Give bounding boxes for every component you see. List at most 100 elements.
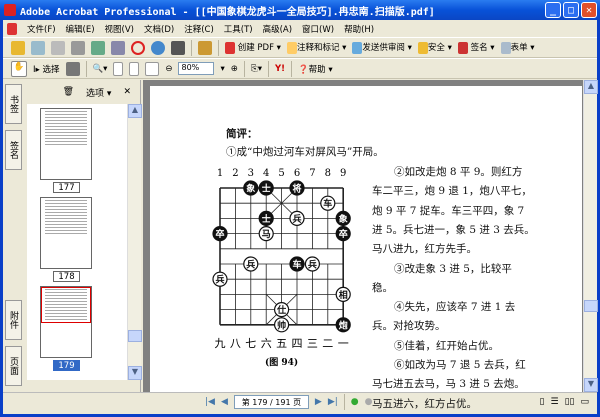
panel-close-icon[interactable]: ✕ [123, 87, 131, 97]
review-button[interactable]: 发送供审阅 ▾ [352, 41, 412, 54]
menu-item[interactable]: 视图(V) [105, 23, 134, 35]
review-icon [352, 41, 363, 54]
file-label-top: 2 [232, 168, 238, 179]
document-scrollbar[interactable]: ▲ ▼ [583, 80, 598, 392]
text-line: ④失先，应该卒 7 进 1 去 [394, 301, 516, 314]
organizer-icon[interactable] [31, 40, 45, 55]
options-menu[interactable]: 选项 ▾ [86, 86, 111, 99]
chess-piece-label: 炮 [339, 319, 348, 331]
chess-piece-label: 相 [339, 289, 348, 301]
file-label-bottom: 一 [338, 337, 349, 350]
menu-item[interactable]: 编辑(E) [66, 23, 95, 35]
zoom-input[interactable]: 80% [178, 62, 215, 75]
menu-item[interactable]: 帮助(H) [344, 23, 374, 35]
file-label-top: 3 [248, 168, 254, 179]
chess-piece-label: 象 [246, 183, 255, 195]
fit-page-icon[interactable] [129, 61, 140, 76]
menu-item[interactable]: 文档(D) [144, 23, 174, 35]
fit-width-icon[interactable] [145, 61, 160, 76]
page-thumbnail[interactable] [40, 197, 92, 269]
menu-item[interactable]: 工具(T) [224, 23, 253, 35]
attach-icon[interactable] [111, 40, 125, 55]
chess-piece-label: 兵 [246, 259, 255, 271]
continuous-facing-icon[interactable]: ▭ [580, 397, 589, 407]
zoom-dropdown[interactable]: ▾ [220, 64, 224, 74]
menu-item[interactable]: 窗口(W) [302, 23, 334, 35]
select-tool-button[interactable]: I▸ 选择 [33, 63, 60, 75]
file-label-top: 6 [294, 168, 300, 179]
create-pdf-button[interactable]: 创建 PDF ▾ [225, 41, 281, 54]
zoom-in-tool[interactable]: 🔍▾ [93, 64, 108, 74]
menu-bar: 文件(F) 编辑(E) 视图(V) 文档(D) 注释(C) 工具(T) 高级(A) 窗口(W)… [3, 20, 597, 37]
side-tab[interactable]: 页面 [5, 346, 22, 386]
find-icon[interactable] [171, 40, 185, 55]
view-rectangle[interactable] [41, 287, 91, 323]
facing-icon[interactable]: ▯▯ [565, 397, 575, 407]
status-bar: |◀ ◀ 第 179 / 191 页 ▶ ▶| ● ● ▯ ☰ ▯▯ ▭ [3, 392, 597, 411]
chess-piece-label: 帅 [277, 319, 286, 331]
menu-item[interactable]: 注释(C) [184, 23, 214, 35]
tools-toolbar: ✋ I▸ 选择 🔍▾ ⊖ 80% ▾ ⊕ ⎘▾ Y! ❓帮助 ▾ [3, 58, 597, 79]
thumbnail-label: 177 [53, 182, 80, 193]
rotate-icon[interactable]: ⎘▾ [251, 64, 262, 74]
security-button[interactable]: 安全 ▾ [417, 41, 452, 54]
email-icon[interactable] [151, 40, 165, 55]
file-label-bottom: 四 [292, 337, 303, 350]
last-page-button[interactable]: ▶| [328, 397, 338, 407]
save-icon[interactable] [51, 40, 65, 55]
text-line: 车二平三，炮 9 退 1，炮八平七， [372, 185, 532, 198]
file-label-bottom: 二 [322, 337, 333, 350]
yahoo-icon[interactable]: Y! [275, 64, 285, 74]
side-tab[interactable]: 附件 [5, 300, 22, 340]
pages-icon[interactable] [91, 40, 105, 55]
forms-icon [500, 41, 511, 54]
help-button[interactable]: ❓帮助 ▾ [298, 63, 333, 75]
chess-piece-label: 兵 [308, 259, 317, 271]
prev-page-button[interactable]: ◀ [221, 397, 228, 407]
pen-icon [457, 41, 468, 54]
comment-button[interactable]: 注释和标记 ▾ [286, 41, 346, 54]
menu-item[interactable]: 高级(A) [263, 23, 292, 35]
page-number-input[interactable]: 第 179 / 191 页 [233, 395, 309, 409]
side-tab[interactable]: 书签 [5, 84, 22, 124]
minimize-button[interactable]: _ [545, 2, 561, 18]
menu-item[interactable]: 文件(F) [27, 23, 56, 35]
main-toolbar: 创建 PDF ▾ 注释和标记 ▾ 发送供审阅 ▾ 安全 ▾ 签名 ▾ 表单 ▾ [3, 37, 597, 58]
chess-piece-label: 兵 [215, 274, 224, 286]
print-icon[interactable] [71, 40, 85, 55]
trash-icon[interactable]: 🗑 [63, 87, 74, 97]
heading: 简评： [226, 128, 258, 140]
zoom-in-button[interactable]: ⊕ [231, 64, 238, 74]
hand-tool-icon[interactable]: ✋ [11, 60, 27, 77]
text-line: ③改走象 3 进 5，比较平 [394, 262, 512, 275]
back-button[interactable]: ● [351, 397, 359, 407]
chess-piece-label: 车 [323, 198, 332, 210]
accessibility-icon[interactable] [198, 40, 212, 55]
text-line: 兵。对抢攻势。 [372, 320, 446, 333]
page-thumbnail[interactable] [40, 108, 92, 180]
pdf-doc-icon [7, 22, 17, 35]
file-label-bottom: 三 [307, 337, 318, 350]
zoom-out-button[interactable]: ⊖ [165, 64, 172, 74]
page-thumbnail[interactable] [40, 286, 92, 358]
continuous-icon[interactable]: ☰ [551, 397, 559, 407]
sign-button[interactable]: 签名 ▾ [457, 41, 495, 54]
text-line: ⑤佳着，红开始占优。 [394, 339, 499, 352]
single-page-icon[interactable]: ▯ [540, 397, 545, 407]
acrobat-window: Adobe Acrobat Professional - [[中国象棋龙虎斗一全… [0, 0, 600, 417]
document-view: 简评： ①成“中炮过河车对屏风马”开局。 1 2 3 4 5 6 7 8 9 九八七六五四三二一 (… [143, 80, 598, 410]
forms-button[interactable]: 表单 ▾ [500, 41, 535, 54]
close-button[interactable]: ✕ [581, 2, 597, 18]
open-icon[interactable] [11, 40, 25, 55]
actual-size-icon[interactable] [113, 61, 124, 76]
maximize-button[interactable]: □ [563, 2, 579, 18]
next-page-button[interactable]: ▶ [315, 397, 322, 407]
side-tab[interactable]: 签名 [5, 130, 22, 170]
stamp-icon[interactable] [131, 40, 145, 55]
file-label-top: 7 [309, 168, 315, 179]
first-page-button[interactable]: |◀ [205, 397, 215, 407]
pdf-page: 简评： ①成“中炮过河车对屏风马”开局。 1 2 3 4 5 6 7 8 9 九八七六五四三二一 (… [150, 86, 582, 410]
thumbnail-scrollbar[interactable]: ▲ ▼ [127, 104, 142, 380]
snapshot-icon[interactable] [65, 61, 80, 76]
forward-button[interactable]: ● [365, 397, 373, 407]
